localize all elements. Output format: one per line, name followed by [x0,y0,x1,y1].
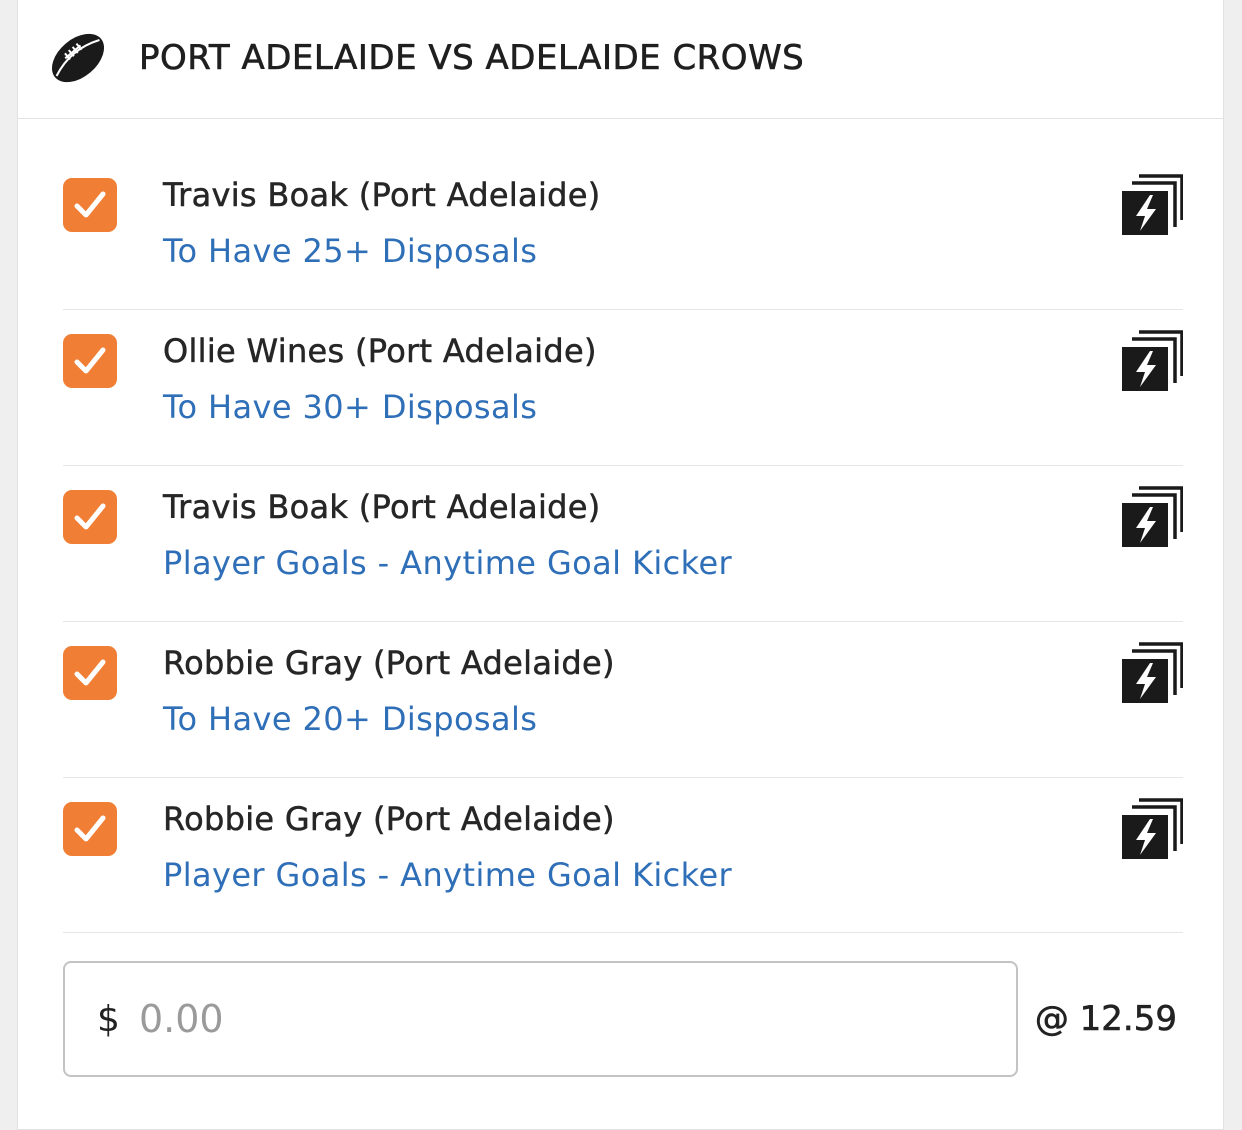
leg-checkbox[interactable] [63,490,117,544]
total-odds: @ 12.59 [1034,999,1178,1040]
stake-field[interactable]: $ [63,961,1018,1077]
leg-checkbox[interactable] [63,334,117,388]
leg-market-link[interactable]: Player Goals - Anytime Goal Kicker [163,856,732,894]
currency-symbol: $ [97,999,120,1040]
bet-leg: Travis Boak (Port Adelaide) To Have 25+ … [63,154,1183,310]
leg-checkbox[interactable] [63,178,117,232]
leg-market-link[interactable]: To Have 20+ Disposals [163,700,537,738]
bet-leg: Travis Boak (Port Adelaide) Player Goals… [63,466,1183,622]
same-game-multi-icon[interactable] [1121,486,1183,548]
leg-player: Robbie Gray (Port Adelaide) [163,800,615,839]
leg-market-link[interactable]: To Have 25+ Disposals [163,232,537,270]
bet-leg: Ollie Wines (Port Adelaide) To Have 30+ … [63,310,1183,466]
bet-card: PORT ADELAIDE VS ADELAIDE CROWS Travis B… [17,0,1224,1130]
leg-market-link[interactable]: Player Goals - Anytime Goal Kicker [163,544,732,582]
check-icon [74,659,106,686]
leg-checkbox[interactable] [63,802,117,856]
check-icon [74,815,106,842]
leg-market-link[interactable]: To Have 30+ Disposals [163,388,537,426]
football-icon [51,33,105,83]
leg-player: Ollie Wines (Port Adelaide) [163,332,597,371]
check-icon [74,503,106,530]
check-icon [74,191,106,218]
match-title: PORT ADELAIDE VS ADELAIDE CROWS [139,38,805,79]
bet-leg: Robbie Gray (Port Adelaide) Player Goals… [63,778,1183,933]
bet-leg: Robbie Gray (Port Adelaide) To Have 20+ … [63,622,1183,778]
same-game-multi-icon[interactable] [1121,798,1183,860]
leg-player: Robbie Gray (Port Adelaide) [163,644,615,683]
leg-player: Travis Boak (Port Adelaide) [163,488,601,527]
match-header: PORT ADELAIDE VS ADELAIDE CROWS [18,0,1223,119]
check-icon [74,347,106,374]
same-game-multi-icon[interactable] [1121,642,1183,704]
same-game-multi-icon[interactable] [1121,330,1183,392]
leg-player: Travis Boak (Port Adelaide) [163,176,601,215]
stake-input[interactable] [139,987,979,1051]
leg-checkbox[interactable] [63,646,117,700]
same-game-multi-icon[interactable] [1121,174,1183,236]
